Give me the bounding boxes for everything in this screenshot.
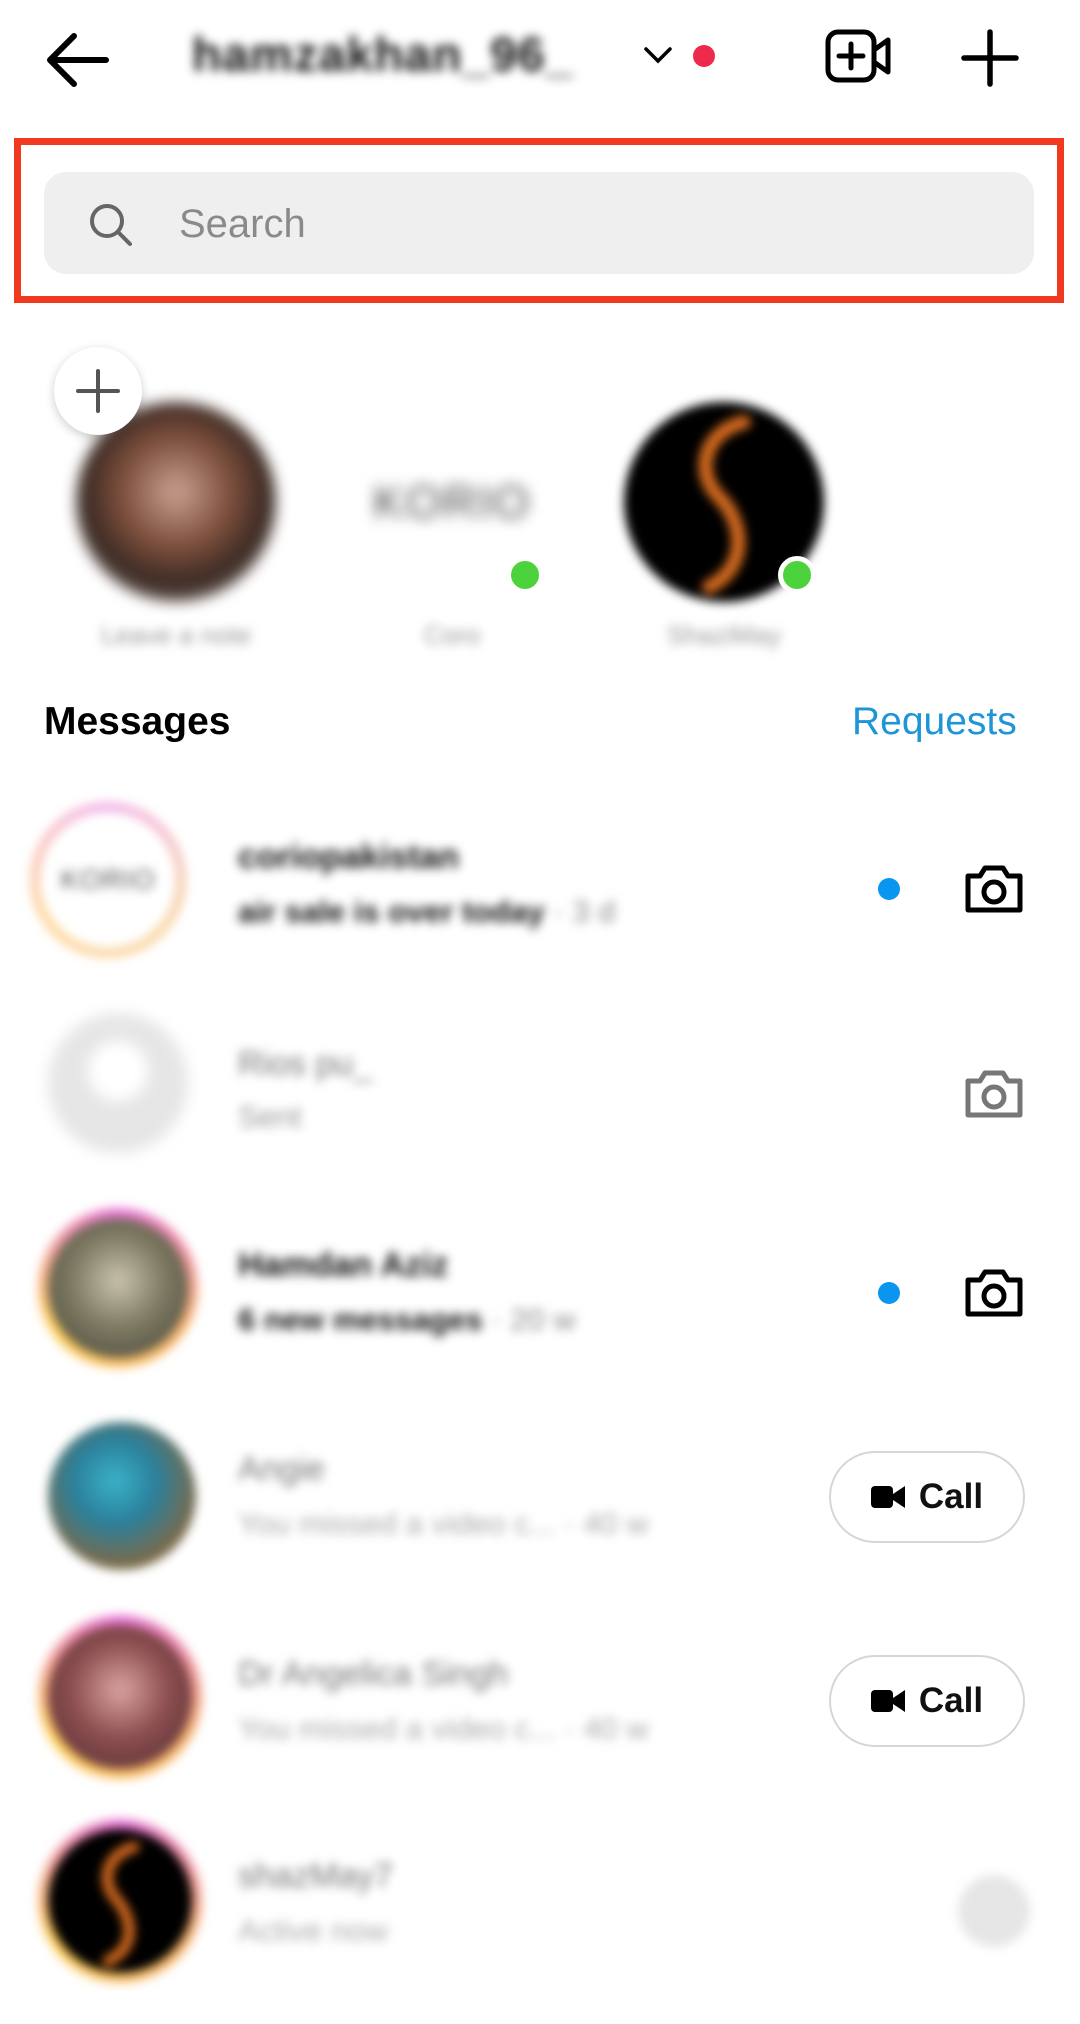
search-icon — [90, 204, 132, 246]
thread-name: Rios pu_ — [238, 1045, 373, 1083]
thread-name: shazMay7 — [238, 1857, 393, 1895]
thread-preview: Sent — [238, 1099, 302, 1134]
s-logo-icon — [101, 1841, 140, 1967]
avatar: KORIO — [30, 802, 186, 958]
avatar — [48, 1422, 196, 1570]
thread-preview: Active now — [238, 1913, 388, 1948]
thread-preview: air sale is over today · 3 d — [238, 894, 616, 929]
camera-icon[interactable] — [962, 1065, 1026, 1123]
search-bar[interactable] — [44, 172, 1034, 276]
notification-dot — [693, 45, 715, 67]
thread-preview: You missed a video c... · 40 w — [238, 1711, 649, 1746]
call-button[interactable]: Call — [829, 1655, 1025, 1747]
avatar — [38, 1819, 202, 1983]
requests-link[interactable]: Requests — [852, 700, 1017, 744]
thread-row[interactable]: shazMay7 Active now — [0, 1805, 1080, 2005]
story-name: Leave a note — [100, 620, 252, 650]
thread-row[interactable]: Dr Angelica Singh You missed a video c..… — [0, 1603, 1080, 1793]
call-button[interactable]: Call — [829, 1451, 1025, 1543]
thread-name: Hamdan Aziz — [238, 1246, 449, 1284]
plus-icon[interactable] — [960, 28, 1020, 88]
thread-row[interactable]: KORIO coriopakistan air sale is over tod… — [0, 790, 1080, 980]
plus-icon — [76, 369, 120, 413]
thread-preview: You missed a video c... · 40 w — [238, 1506, 649, 1541]
thread-row[interactable]: Angie You missed a video c... · 40 w Cal… — [0, 1400, 1080, 1590]
online-indicator — [778, 556, 816, 594]
thread-name: Dr Angelica Singh — [238, 1655, 509, 1693]
video-call-icon — [870, 1690, 905, 1712]
story-name: Coro — [423, 620, 481, 650]
camera-icon[interactable] — [962, 860, 1026, 918]
camera-icon[interactable] — [958, 1875, 1030, 1947]
video-call-icon — [870, 1486, 905, 1508]
messages-title: Messages — [44, 700, 231, 743]
avatar — [38, 1208, 198, 1368]
back-arrow-icon[interactable] — [44, 30, 110, 90]
online-indicator — [506, 556, 544, 594]
avatar — [38, 1615, 202, 1779]
avatar — [48, 1013, 188, 1153]
thread-preview: 6 new messages · 20 w — [238, 1302, 576, 1337]
thread-row[interactable]: Rios pu_ Sent — [0, 995, 1080, 1185]
camera-icon[interactable] — [962, 1264, 1026, 1322]
search-input[interactable] — [177, 172, 1001, 276]
thread-name: Angie — [238, 1450, 325, 1488]
thread-row[interactable]: Hamdan Aziz 6 new messages · 20 w — [0, 1198, 1080, 1388]
chevron-down-icon[interactable] — [643, 45, 673, 65]
add-note-button[interactable] — [54, 347, 142, 435]
new-video-icon[interactable] — [824, 26, 894, 88]
unread-dot — [878, 1282, 900, 1304]
thread-name: coriopakistan — [238, 838, 460, 876]
account-username[interactable]: hamzakhan_96_ — [192, 28, 573, 83]
unread-dot — [878, 878, 900, 900]
story-name: ShaziMay — [666, 620, 782, 650]
